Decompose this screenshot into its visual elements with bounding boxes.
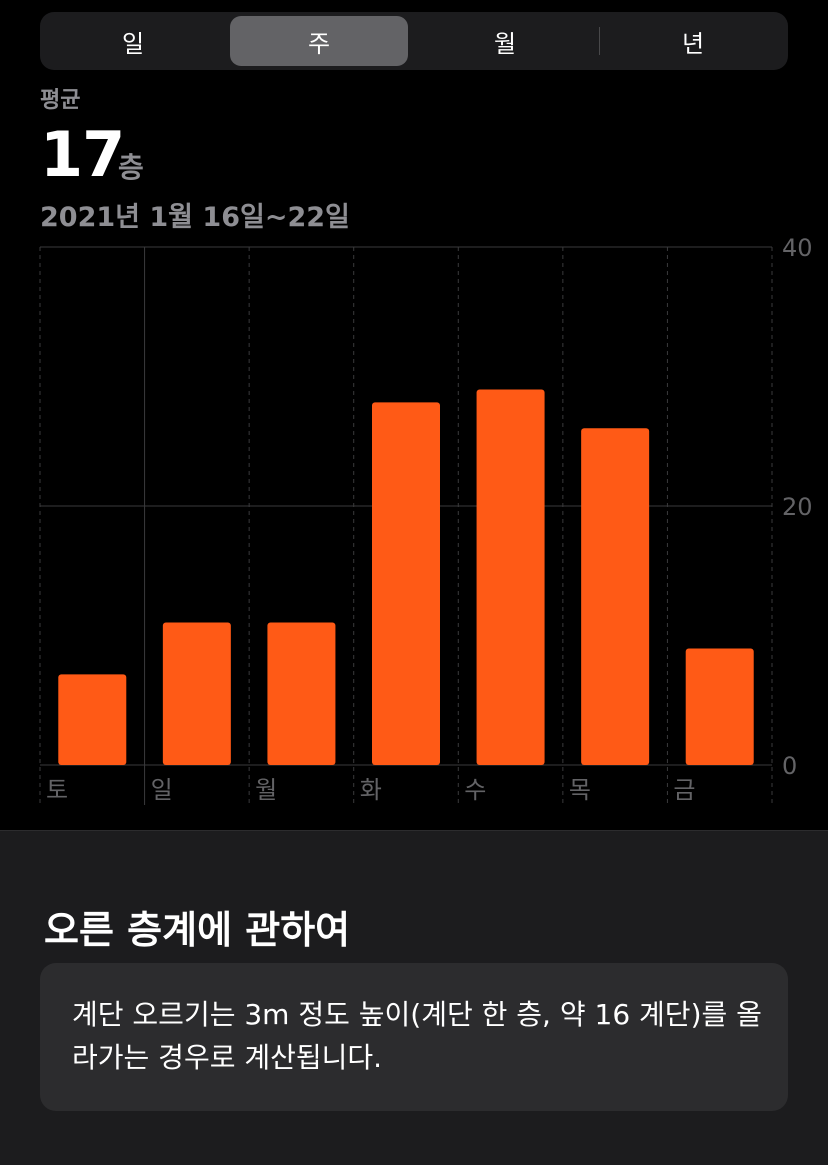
x-tick-label-4: 수 xyxy=(464,776,486,804)
x-tick-label-2: 월 xyxy=(255,776,277,804)
bar-5 xyxy=(581,428,650,765)
segment-week[interactable]: 주 xyxy=(230,16,408,66)
x-tick-label-1: 일 xyxy=(151,776,173,804)
segment-day[interactable]: 일 xyxy=(44,16,222,66)
average-value: 17 xyxy=(40,118,125,191)
about-card: 계단 오르기는 3m 정도 높이(계단 한 층, 약 16 계단)를 올라가는 … xyxy=(40,963,788,1111)
date-range: 2021년 1월 16일~22일 xyxy=(40,202,350,233)
x-tick-label-6: 금 xyxy=(673,776,695,804)
bar-2 xyxy=(267,622,336,765)
x-tick-label-3: 화 xyxy=(360,776,382,804)
segment-year[interactable]: 년 xyxy=(604,16,782,66)
average-label: 평균 xyxy=(40,88,81,113)
bar-4 xyxy=(476,389,545,765)
y-tick-label-1: 20 xyxy=(782,493,813,521)
y-tick-label-2: 40 xyxy=(782,234,813,262)
period-segmented-control: 일 주 월 년 xyxy=(40,12,788,70)
bar-1 xyxy=(162,622,231,765)
chart-panel: 일 주 월 년 평균 17 층 2021년 1월 16일~22일 0 20 40 토 일… xyxy=(0,0,828,830)
about-text: 계단 오르기는 3m 정도 높이(계단 한 층, 약 16 계단)를 올라가는 … xyxy=(72,998,762,1074)
bar-6 xyxy=(685,648,754,765)
flights-bar-chart[interactable]: 0 20 40 토 일 월 화 수 목 금 xyxy=(0,230,828,810)
x-tick-label-0: 토 xyxy=(46,776,68,804)
about-section: 오른 층계에 관하여 계단 오르기는 3m 정도 높이(계단 한 층, 약 16… xyxy=(0,830,828,1165)
y-tick-label-0: 0 xyxy=(782,752,797,780)
bar-0 xyxy=(58,674,127,765)
about-title: 오른 층계에 관하여 xyxy=(44,908,351,952)
segment-divider xyxy=(599,27,600,55)
average-unit: 층 xyxy=(118,151,144,184)
bar-3 xyxy=(372,402,440,765)
segment-month[interactable]: 월 xyxy=(416,16,594,66)
x-tick-label-5: 목 xyxy=(569,776,591,804)
